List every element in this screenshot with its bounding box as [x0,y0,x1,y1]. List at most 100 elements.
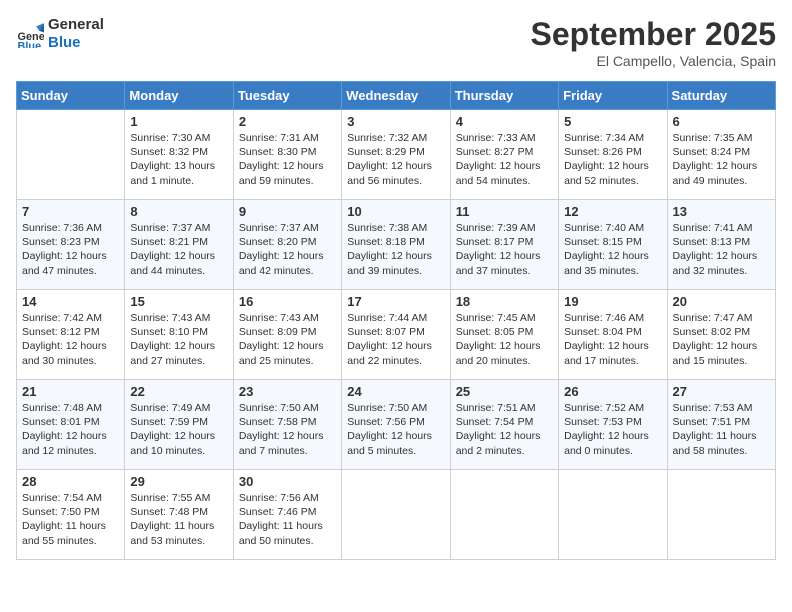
svg-text:Blue: Blue [18,41,42,48]
day-number: 26 [564,384,661,399]
day-info: Sunrise: 7:45 AMSunset: 8:05 PMDaylight:… [456,311,553,368]
day-number: 22 [130,384,227,399]
day-number: 5 [564,114,661,129]
logo-general: General [48,16,104,34]
day-info: Sunrise: 7:42 AMSunset: 8:12 PMDaylight:… [22,311,119,368]
calendar-cell [450,470,558,560]
day-info: Sunrise: 7:48 AMSunset: 8:01 PMDaylight:… [22,401,119,458]
logo-blue: Blue [48,34,104,52]
calendar-cell: 21 Sunrise: 7:48 AMSunset: 8:01 PMDayligh… [17,380,125,470]
day-info: Sunrise: 7:54 AMSunset: 7:50 PMDaylight:… [22,491,119,548]
location: El Campello, Valencia, Spain [531,53,776,69]
day-info: Sunrise: 7:52 AMSunset: 7:53 PMDaylight:… [564,401,661,458]
day-info: Sunrise: 7:31 AMSunset: 8:30 PMDaylight:… [239,131,336,188]
calendar-cell [342,470,450,560]
day-number: 15 [130,294,227,309]
week-row-3: 14 Sunrise: 7:42 AMSunset: 8:12 PMDayligh… [17,290,776,380]
week-row-2: 7 Sunrise: 7:36 AMSunset: 8:23 PMDaylight… [17,200,776,290]
day-info: Sunrise: 7:50 AMSunset: 7:58 PMDaylight:… [239,401,336,458]
header-day-monday: Monday [125,82,233,110]
day-number: 12 [564,204,661,219]
header-day-tuesday: Tuesday [233,82,341,110]
logo: General Blue General Blue [16,16,104,52]
calendar-cell: 23Sunrise: 7:50 AMSunset: 7:58 PMDayligh… [233,380,341,470]
day-info: Sunrise: 7:46 AMSunset: 8:04 PMDaylight:… [564,311,661,368]
day-info: Sunrise: 7:37 AMSunset: 8:20 PMDaylight:… [239,221,336,278]
calendar-cell: 16 Sunrise: 7:43 AMSunset: 8:09 PMDayligh… [233,290,341,380]
calendar-cell: 4 Sunrise: 7:33 AMSunset: 8:27 PMDaylight… [450,110,558,200]
day-info: Sunrise: 7:34 AMSunset: 8:26 PMDaylight:… [564,131,661,188]
day-info: Sunrise: 7:41 AMSunset: 8:13 PMDaylight:… [673,221,770,278]
calendar-cell [559,470,667,560]
header-day-sunday: Sunday [17,82,125,110]
calendar-cell: 7 Sunrise: 7:36 AMSunset: 8:23 PMDaylight… [17,200,125,290]
day-number: 27 [673,384,770,399]
day-number: 30 [239,474,336,489]
day-number: 11 [456,204,553,219]
day-info: Sunrise: 7:49 AMSunset: 7:59 PMDaylight:… [130,401,227,458]
calendar-cell: 26 Sunrise: 7:52 AMSunset: 7:53 PMDayligh… [559,380,667,470]
calendar-cell: 27 Sunrise: 7:53 AMSunset: 7:51 PMDayligh… [667,380,775,470]
day-number: 9 [239,204,336,219]
week-row-4: 21 Sunrise: 7:48 AMSunset: 8:01 PMDayligh… [17,380,776,470]
header-day-friday: Friday [559,82,667,110]
week-row-5: 28 Sunrise: 7:54 AMSunset: 7:50 PMDayligh… [17,470,776,560]
day-info: Sunrise: 7:40 AMSunset: 8:15 PMDaylight:… [564,221,661,278]
week-row-1: 1 Sunrise: 7:30 AMSunset: 8:32 PMDaylight… [17,110,776,200]
day-number: 14 [22,294,119,309]
day-info: Sunrise: 7:32 AMSunset: 8:29 PMDaylight:… [347,131,444,188]
day-number: 2 [239,114,336,129]
calendar-cell: 9 Sunrise: 7:37 AMSunset: 8:20 PMDaylight… [233,200,341,290]
calendar-cell [667,470,775,560]
day-number: 1 [130,114,227,129]
day-info: Sunrise: 7:30 AMSunset: 8:32 PMDaylight:… [130,131,227,188]
day-info: Sunrise: 7:55 AMSunset: 7:48 PMDaylight:… [130,491,227,548]
calendar-cell: 29 Sunrise: 7:55 AMSunset: 7:48 PMDayligh… [125,470,233,560]
day-info: Sunrise: 7:50 AMSunset: 7:56 PMDaylight:… [347,401,444,458]
day-info: Sunrise: 7:53 AMSunset: 7:51 PMDaylight:… [673,401,770,458]
day-number: 19 [564,294,661,309]
calendar-cell: 19 Sunrise: 7:46 AMSunset: 8:04 PMDayligh… [559,290,667,380]
day-info: Sunrise: 7:37 AMSunset: 8:21 PMDaylight:… [130,221,227,278]
calendar-cell: 3 Sunrise: 7:32 AMSunset: 8:29 PMDaylight… [342,110,450,200]
day-number: 4 [456,114,553,129]
day-number: 16 [239,294,336,309]
day-info: Sunrise: 7:39 AMSunset: 8:17 PMDaylight:… [456,221,553,278]
day-number: 28 [22,474,119,489]
calendar-cell: 15 Sunrise: 7:43 AMSunset: 8:10 PMDayligh… [125,290,233,380]
day-info: Sunrise: 7:43 AMSunset: 8:09 PMDaylight:… [239,311,336,368]
day-number: 17 [347,294,444,309]
calendar-table: SundayMondayTuesdayWednesdayThursdayFrid… [16,81,776,560]
calendar-cell: 1 Sunrise: 7:30 AMSunset: 8:32 PMDaylight… [125,110,233,200]
calendar-cell: 5 Sunrise: 7:34 AMSunset: 8:26 PMDaylight… [559,110,667,200]
day-number: 8 [130,204,227,219]
calendar-cell: 14 Sunrise: 7:42 AMSunset: 8:12 PMDayligh… [17,290,125,380]
calendar-cell: 2 Sunrise: 7:31 AMSunset: 8:30 PMDaylight… [233,110,341,200]
calendar-cell [17,110,125,200]
day-info: Sunrise: 7:44 AMSunset: 8:07 PMDaylight:… [347,311,444,368]
day-number: 13 [673,204,770,219]
day-number: 7 [22,204,119,219]
header-day-thursday: Thursday [450,82,558,110]
day-number: 29 [130,474,227,489]
calendar-cell: 8 Sunrise: 7:37 AMSunset: 8:21 PMDaylight… [125,200,233,290]
day-info: Sunrise: 7:47 AMSunset: 8:02 PMDaylight:… [673,311,770,368]
calendar-cell: 22 Sunrise: 7:49 AMSunset: 7:59 PMDayligh… [125,380,233,470]
calendar-cell: 24Sunrise: 7:50 AMSunset: 7:56 PMDayligh… [342,380,450,470]
day-number: 6 [673,114,770,129]
day-number: 18 [456,294,553,309]
calendar-cell: 30 Sunrise: 7:56 AMSunset: 7:46 PMDayligh… [233,470,341,560]
calendar-cell: 28 Sunrise: 7:54 AMSunset: 7:50 PMDayligh… [17,470,125,560]
day-number: 21 [22,384,119,399]
calendar-cell: 25Sunrise: 7:51 AMSunset: 7:54 PMDayligh… [450,380,558,470]
day-info: Sunrise: 7:33 AMSunset: 8:27 PMDaylight:… [456,131,553,188]
day-info: Sunrise: 7:56 AMSunset: 7:46 PMDaylight:… [239,491,336,548]
day-info: Sunrise: 7:36 AMSunset: 8:23 PMDaylight:… [22,221,119,278]
day-number: 3 [347,114,444,129]
day-info: Sunrise: 7:35 AMSunset: 8:24 PMDaylight:… [673,131,770,188]
header-row: SundayMondayTuesdayWednesdayThursdayFrid… [17,82,776,110]
calendar-cell: 18 Sunrise: 7:45 AMSunset: 8:05 PMDayligh… [450,290,558,380]
month-title: September 2025 [531,16,776,53]
title-area: September 2025 El Campello, Valencia, Sp… [531,16,776,69]
day-info: Sunrise: 7:43 AMSunset: 8:10 PMDaylight:… [130,311,227,368]
